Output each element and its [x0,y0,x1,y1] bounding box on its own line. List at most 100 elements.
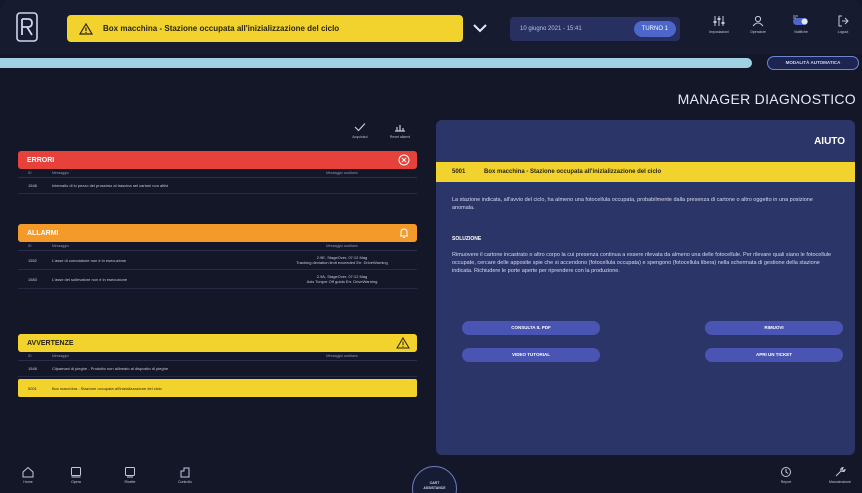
assistance-label: ASSISTANCE [423,486,446,490]
consult-pdf-button[interactable]: CONSULTA IL PDF [462,321,600,335]
alarms-header[interactable]: ALLARMI [18,224,417,242]
errors-column-headers: ID Messaggio Messaggio ausiliario [18,169,417,178]
table-row[interactable]: 1548 Intervallo di lo pezzo del prossimo… [18,178,417,194]
nav-maintenance[interactable]: Manutenzione [823,466,857,484]
app-frame: Box macchina - Stazione occupata all'ini… [0,0,862,493]
nav-report[interactable]: Report [774,466,798,484]
video-tutorial-button[interactable]: VIDEO TUTORIAL [462,348,600,362]
warning-icon [79,22,93,35]
errors-title: ERRORI [27,156,55,164]
reset-alarms-label: Reset allarmi [389,135,411,139]
alarms-section: ALLARMI ID Messaggio Messaggio ausiliari… [18,224,417,289]
warnings-column-headers: ID Messaggio Messaggio ausiliario [18,352,417,361]
reset-alarms-button[interactable]: Reset allarmi [385,122,415,139]
remove-button[interactable]: RIMUOVI [705,321,843,335]
nav-report-label: Report [780,480,792,484]
recipe-icon [125,467,135,478]
solution-text: Rimuovere il cartone incastrato o altro … [452,252,832,274]
nav-control[interactable]: Controllo [173,466,197,484]
row-message: Intervallo di lo pezzo del prossimo al t… [52,183,169,188]
nav-control-label: Controllo [177,480,192,484]
row-message: L'asse di convoiatore non è in esecuzion… [52,257,127,263]
nav-recipes-label: Ricette [124,480,136,484]
control-icon [180,467,190,478]
operator-label: Operatore [750,30,766,34]
row-id: 1548 [28,366,37,371]
app-logo-icon[interactable] [16,12,38,42]
date-time-text: 10 giugno 2021 - 15:41 [520,26,582,32]
help-message-bar: 5001 Box macchina - Stazione occupata al… [436,162,855,182]
help-panel: AIUTO 5001 Box macchina - Stazione occup… [436,120,855,455]
col-aux: Messaggio ausiliario [326,244,358,248]
nav-maintenance-label: Manutenzione [829,480,851,484]
table-row[interactable]: 1552 L'asse di convoiatore non è in esec… [18,251,417,270]
table-row-selected[interactable]: 5001 Box macchina - Stazione occupata al… [18,379,417,397]
warnings-title: AVVERTENZE [27,339,74,347]
errors-header[interactable]: ERRORI [18,151,417,169]
status-progress-bar [0,58,752,68]
col-message: Messaggio [52,354,69,358]
col-aux: Messaggio ausiliario [326,171,358,175]
row-message: Box macchina - Stazione occupata all'ini… [52,385,162,391]
col-aux: Messaggio ausiliario [326,354,358,358]
row-aux: 2.9A, StageOver, 07:12 Mag Axis Torque O… [306,274,378,284]
row-message: Cilpamani di pieghe - Prodotto non allin… [52,366,169,371]
settings-label: Impostazioni [709,30,729,34]
settings-button[interactable]: Impostazioni [702,15,736,47]
logout-button[interactable]: Logout [826,15,860,47]
error-circle-icon [398,154,410,166]
help-title: AIUTO [814,136,845,147]
settings-sliders-icon [713,16,725,26]
col-message: Messaggio [52,244,69,248]
reset-chart-icon [395,125,405,132]
open-ticket-button[interactable]: APRI UN TICKET [705,348,843,362]
row-message: L'asse del sollevatore non è in esecuzio… [52,276,128,282]
table-row[interactable]: 1548 Cilpamani di pieghe - Prodotto non … [18,361,417,377]
nav-recipes[interactable]: Ricette [118,466,142,484]
operator-button[interactable]: Operatore [741,15,775,47]
row-aux: 2.9E, StageOver, 07:12 Mag Tracking devi… [296,255,388,265]
nav-operations[interactable]: Opera [64,466,88,484]
bell-icon [400,228,408,238]
alert-banner-text: Box macchina - Stazione occupata all'ini… [103,24,340,33]
nav-operations-label: Opera [71,480,81,484]
checkmark-icon [354,123,366,132]
automatic-mode-button[interactable]: MODALITÀ AUTOMATICA [767,56,859,70]
warnings-section: AVVERTENZE ID Messaggio Messaggio ausili… [18,334,417,397]
notifications-button[interactable]: Notifiche [784,15,818,47]
help-description: La stazione indicata, all'avvio del cicl… [452,197,813,211]
notifications-label: Notifiche [794,30,808,34]
nav-home-label: Home [23,480,33,484]
acknowledge-button[interactable]: Acquisisci [345,122,375,139]
help-message: Box macchina - Stazione occupata all'ini… [484,169,662,175]
row-id: 1552 [28,257,37,263]
home-icon [22,466,34,478]
col-id: ID [28,244,32,248]
warning-icon [396,337,410,349]
shift-badge[interactable]: TURNO 1 [633,21,676,37]
nav-home[interactable]: Home [16,466,40,484]
warnings-header[interactable]: AVVERTENZE [18,334,417,352]
history-icon [781,467,791,477]
solution-heading: SOLUZIONE [452,236,482,242]
page-title: MANAGER DIAGNOSTICO [677,91,856,107]
top-bar: Box macchina - Stazione occupata all'ini… [0,0,862,54]
alert-banner[interactable]: Box macchina - Stazione occupata all'ini… [67,15,463,42]
errors-section: ERRORI ID Messaggio Messaggio ausiliario… [18,151,417,194]
acknowledge-label: Acquisisci [352,135,368,139]
row-id: 5001 [28,385,37,391]
col-message: Messaggio [52,171,69,175]
chevron-down-icon[interactable] [472,21,488,35]
logout-icon [838,15,849,27]
date-time-display: 10 giugno 2021 - 15:41 TURNO 1 [510,17,680,41]
row-id: 1548 [28,183,37,188]
row-id: 1583 [28,276,37,282]
col-id: ID [28,171,32,175]
col-id: ID [28,354,32,358]
alarms-column-headers: ID Messaggio Messaggio ausiliario [18,242,417,251]
wrench-icon [835,466,846,477]
table-row[interactable]: 1583 L'asse del sollevatore non è in ese… [18,270,417,289]
alarms-title: ALLARMI [27,229,59,237]
help-code: 5001 [452,169,466,175]
notification-toggle-icon [793,15,808,25]
